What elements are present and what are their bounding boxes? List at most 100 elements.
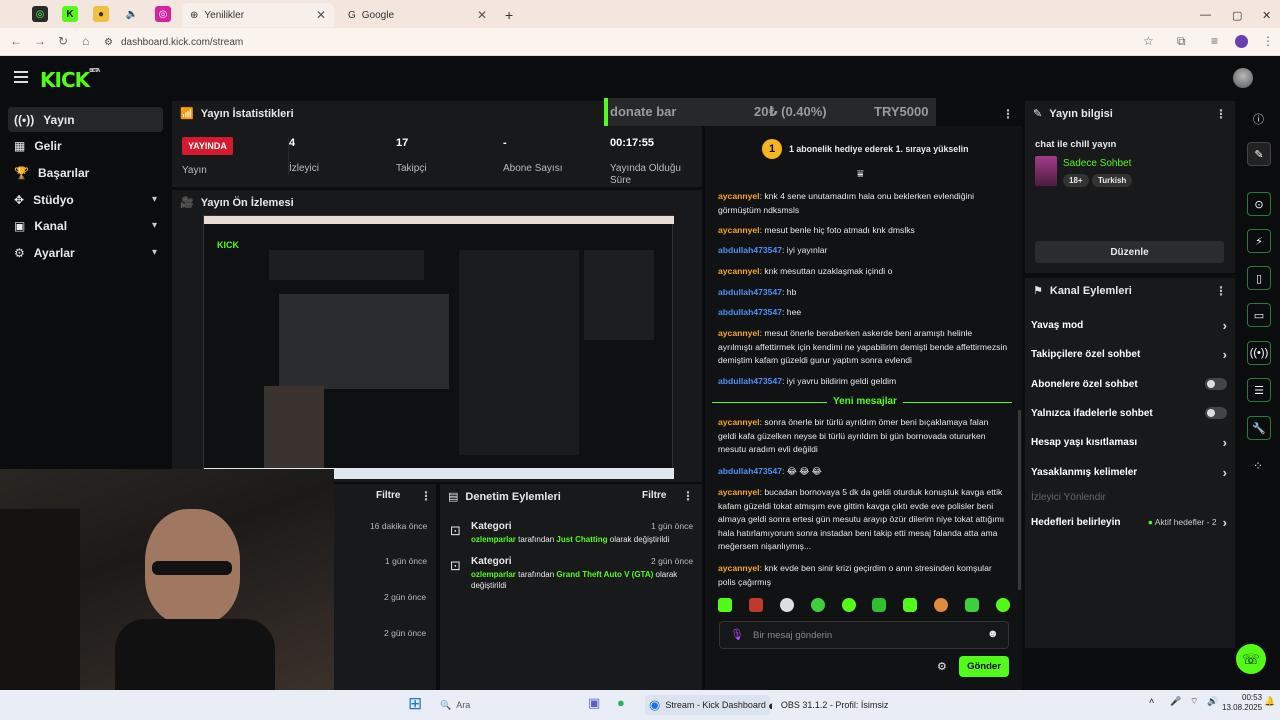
chat-username[interactable]: aycannyel <box>718 563 760 573</box>
chat-username[interactable]: aycannyel <box>718 266 760 276</box>
back-icon[interactable]: ← <box>10 34 22 48</box>
app-tab-icon[interactable]: ◎ <box>32 6 48 22</box>
mic-icon[interactable]: 🎙 <box>730 628 744 641</box>
banned-words-item[interactable]: Yasaklanmış kelimeler › <box>1031 465 1227 480</box>
pinned-collapse-icon[interactable]: ⩸ <box>857 168 864 181</box>
broadcast-rail-button[interactable]: ((•)) <box>1247 341 1271 365</box>
tray-chevron-icon[interactable]: ˄ <box>1149 696 1154 706</box>
mic-tray-icon[interactable]: 🎤 <box>1170 696 1181 707</box>
stream-preview-video[interactable]: KICK <box>203 215 674 479</box>
chat-input[interactable]: 🎙 Bir mesaj gönderin ☻ <box>719 621 1009 649</box>
sidebar-item-yayin[interactable]: ((•)) Yayın <box>8 107 163 132</box>
emote-only-toggle[interactable] <box>1205 407 1227 419</box>
emote-icon[interactable] <box>872 598 887 612</box>
url-field[interactable]: ⚙ dashboard.kick.com/stream <box>104 33 1154 51</box>
chat-username[interactable]: abdullah473547 <box>718 466 782 476</box>
maximize-button[interactable]: ▢ <box>1224 3 1250 27</box>
chat-username[interactable]: abdullah473547 <box>718 287 782 297</box>
more-icon[interactable]: ⋮ <box>1215 107 1227 121</box>
kick-logo[interactable]: KICKBETA <box>40 68 100 92</box>
chat-scrollbar[interactable] <box>1018 410 1021 590</box>
emote-icon[interactable] <box>810 598 825 612</box>
sidebar-item-studyo[interactable]: ✥ Stüdyo ▾ <box>8 187 163 212</box>
filter-button[interactable]: Filtre <box>642 490 666 501</box>
filter-button[interactable]: Filtre <box>376 490 400 501</box>
hamburger-icon[interactable] <box>14 71 28 83</box>
new-tab-button[interactable]: + <box>497 3 521 27</box>
notification-icon[interactable]: 🔔 <box>1264 696 1275 707</box>
edit-rail-button[interactable]: ✎ <box>1247 142 1271 166</box>
menu-icon[interactable]: ⋮ <box>1262 34 1274 48</box>
volume-icon[interactable]: 🔊 <box>1207 696 1218 707</box>
chat-username[interactable]: abdullah473547 <box>718 376 782 386</box>
wifi-icon[interactable]: ⌔ <box>1190 696 1198 707</box>
chat-username[interactable]: abdullah473547 <box>718 245 782 255</box>
sidebar-item-gelir[interactable]: ▦ Gelir <box>8 133 163 158</box>
sidebar-item-basarilar[interactable]: 🏆 Başarılar <box>8 160 163 185</box>
info-icon[interactable]: ⓘ <box>1253 111 1264 127</box>
sidebar-item-ayarlar[interactable]: ⚙ Ayarlar ▾ <box>8 240 163 265</box>
emote-icon[interactable] <box>779 598 794 612</box>
more-dots-icon[interactable]: ⁘ <box>1253 459 1263 473</box>
chat-username[interactable]: aycannyel <box>718 225 760 235</box>
emote-icon[interactable] <box>841 598 856 612</box>
emote-icon[interactable] <box>718 598 732 612</box>
taskbar-search[interactable]: 🔍 Ara <box>440 696 580 714</box>
edit-button[interactable]: Düzenle <box>1035 241 1224 263</box>
site-info-icon[interactable]: ⚙ <box>104 37 113 48</box>
taskbar-app-obs[interactable]: ◐ OBS 31.1.2 - Profil: İsimsiz <box>764 695 892 715</box>
user-avatar[interactable] <box>1233 68 1253 88</box>
emoji-picker-icon[interactable]: ☻ <box>987 628 999 640</box>
send-button[interactable]: Gönder <box>959 656 1009 677</box>
chat-username[interactable]: aycannyel <box>718 487 760 497</box>
bookmark-star-icon[interactable]: ☆ <box>1143 34 1154 48</box>
chat-username[interactable]: abdullah473547 <box>718 307 782 317</box>
teams-icon[interactable]: ▣ <box>588 695 600 711</box>
tab-yenilikler[interactable]: ⊕ Yenilikler ✕ <box>182 3 334 27</box>
kick-tab-icon[interactable]: K <box>62 6 78 22</box>
close-icon[interactable]: ✕ <box>316 8 326 22</box>
chat-username[interactable]: aycannyel <box>718 328 760 338</box>
chat-more-icon[interactable]: ⋮ <box>1002 107 1014 121</box>
profile-avatar[interactable] <box>1235 35 1248 48</box>
home-icon[interactable]: ⌂ <box>82 34 89 48</box>
tab-icon-3[interactable]: ● <box>93 6 109 22</box>
note-rail-button[interactable]: ▯ <box>1247 266 1271 290</box>
category-link[interactable]: Sadece Sohbet <box>1063 158 1131 169</box>
reload-icon[interactable]: ↻ <box>58 34 68 48</box>
more-icon[interactable]: ⋮ <box>1215 284 1227 298</box>
tab-google[interactable]: G Google ✕ <box>340 3 495 27</box>
more-icon[interactable]: ⋮ <box>420 489 432 503</box>
emote-icon[interactable] <box>748 598 763 612</box>
followers-only-item[interactable]: Takipçilere özel sohbet › <box>1031 347 1227 362</box>
emote-icon[interactable] <box>965 598 979 612</box>
sidebar-item-kanal[interactable]: ▣ Kanal ▾ <box>8 213 163 238</box>
emote-icon[interactable] <box>903 598 918 612</box>
chat-rail-button[interactable]: ▭ <box>1247 303 1271 327</box>
bolt-rail-button[interactable]: ⚡ <box>1247 229 1271 253</box>
subscribers-only-toggle[interactable] <box>1205 378 1227 390</box>
chat-settings-icon[interactable]: ⚙ <box>937 660 947 673</box>
forward-icon[interactable]: → <box>34 34 46 48</box>
more-icon[interactable]: ⋮ <box>682 489 694 503</box>
playlist-icon[interactable]: ≡ <box>1211 34 1218 48</box>
gift-promo-text[interactable]: 1 abonelik hediye ederek 1. sıraya yükse… <box>789 144 968 154</box>
spotify-icon[interactable]: ● <box>617 695 625 710</box>
sound-tab-icon[interactable]: 🔈 <box>124 6 140 22</box>
clock[interactable]: 00:53 13.08.2025 <box>1222 693 1262 712</box>
tools-rail-button[interactable]: 🔧 <box>1247 416 1271 440</box>
slow-mode-item[interactable]: Yavaş mod › <box>1031 318 1227 333</box>
goals-item[interactable]: Hedefleri belirleyin ● Aktif hedefler - 2… <box>1031 515 1227 530</box>
layout-rail-button[interactable]: ☰ <box>1247 378 1271 402</box>
emote-icon[interactable] <box>995 598 1010 612</box>
taskbar-app-chrome[interactable]: ◉ Stream - Kick Dashboard <box>645 695 770 715</box>
window-close-button[interactable]: ✕ <box>1254 3 1279 27</box>
extensions-icon[interactable]: ⧉ <box>1177 34 1186 49</box>
chat-username[interactable]: aycannyel <box>718 191 760 201</box>
instagram-tab-icon[interactable]: ◎ <box>155 6 171 22</box>
minimize-button[interactable]: — <box>1192 3 1219 27</box>
start-icon[interactable]: ⊞ <box>408 694 422 714</box>
focus-rail-button[interactable]: ⊙ <box>1247 192 1271 216</box>
close-icon[interactable]: ✕ <box>477 8 487 22</box>
chat-username[interactable]: aycannyel <box>718 417 760 427</box>
